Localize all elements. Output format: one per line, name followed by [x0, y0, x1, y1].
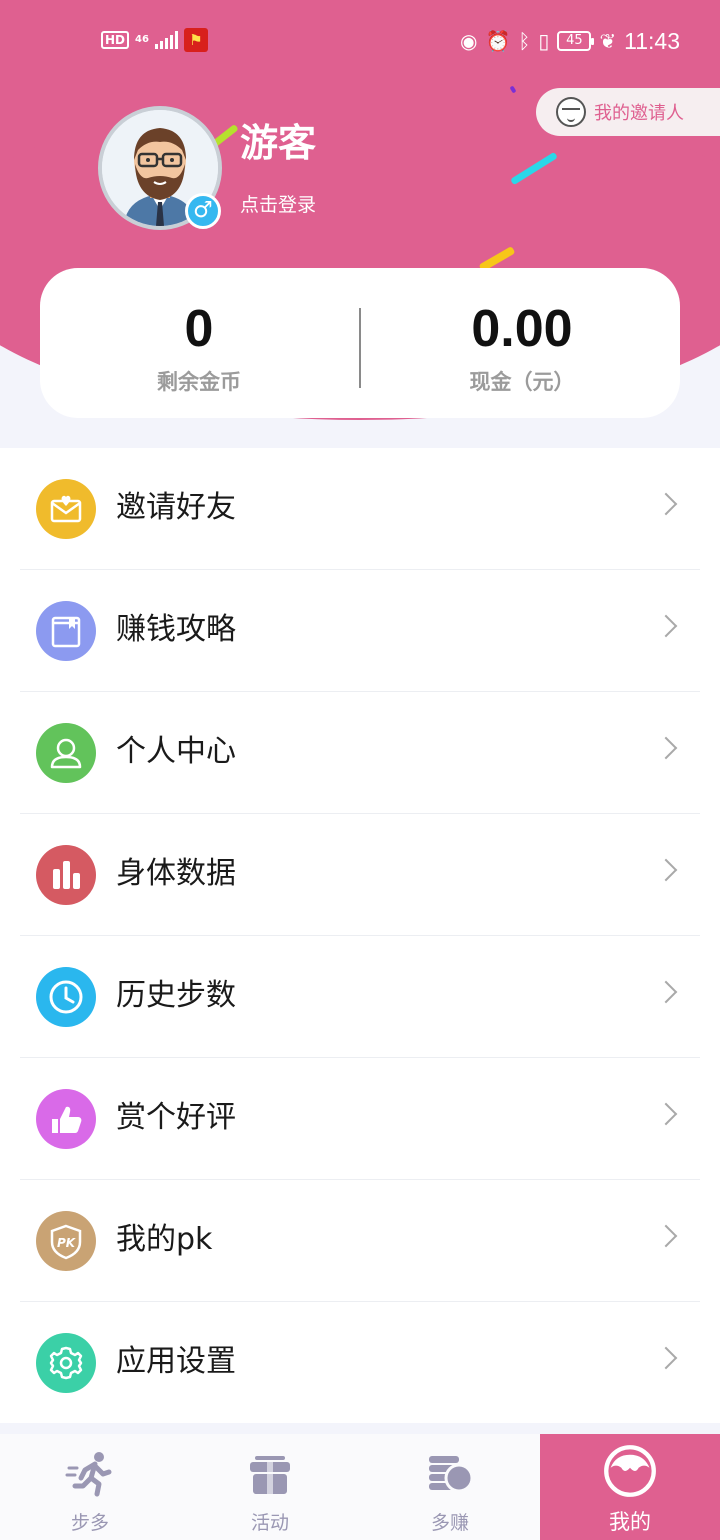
battery-icon: 45 [557, 31, 595, 51]
menu-item-earning-guide[interactable]: 赚钱攻略 [20, 570, 700, 692]
balance-card: 0 剩余金币 0.00 现金（元） [40, 268, 680, 418]
signal-icon [155, 31, 179, 49]
svg-text:PK: PK [57, 1236, 77, 1250]
menu-item-my-pk[interactable]: PK 我的pk [20, 1180, 700, 1302]
chevron-right-icon [654, 492, 678, 516]
tab-mine[interactable]: 我的 [540, 1434, 720, 1540]
coins-value: 0 [184, 300, 214, 358]
username: 游客 [240, 121, 317, 165]
inviter-avatar-icon [556, 97, 586, 127]
status-right: ◉ ⏰ ᛒ ▯ 45 ❦ 11:43 [460, 26, 680, 56]
chevron-right-icon [654, 858, 678, 882]
tab-label: 活动 [250, 1512, 289, 1534]
book-icon [36, 601, 96, 661]
chevron-right-icon [654, 1224, 678, 1248]
balance-divider [359, 308, 361, 388]
menu-item-invite-friends[interactable]: 邀请好友 [20, 448, 700, 570]
menu-item-label: 赏个好评 [116, 1100, 236, 1135]
coins-icon [429, 1456, 474, 1493]
tab-label: 我的 [609, 1510, 651, 1534]
chevron-right-icon [654, 736, 678, 760]
tab-label: 步多 [70, 1512, 109, 1534]
vibrate-icon: ▯ [538, 29, 550, 53]
bluetooth-icon: ᛒ [518, 29, 531, 53]
menu-item-label: 邀请好友 [116, 490, 236, 525]
status-bar: HD 46 ⚑ ◉ ⏰ ᛒ ▯ 45 ❦ 11:43 [0, 22, 720, 62]
thumbs-up-icon [36, 1089, 96, 1149]
power-saving-leaf-icon: ❦ [599, 29, 617, 53]
clock-time: 11:43 [624, 27, 680, 54]
menu-item-body-data[interactable]: 身体数据 [20, 814, 700, 936]
profile-header: HD 46 ⚑ ◉ ⏰ ᛒ ▯ 45 ❦ 11:43 我的邀请人 ♂ 游客 点击… [0, 0, 720, 445]
gear-icon [36, 1333, 96, 1393]
menu-item-label: 个人中心 [116, 734, 236, 769]
menu-item-label: 应用设置 [116, 1344, 236, 1379]
menu-item-label: 身体数据 [116, 856, 236, 891]
tab-earn-more[interactable]: 多赚 [360, 1434, 540, 1540]
person-icon [36, 723, 96, 783]
menu-list: 邀请好友 赚钱攻略 个人中心 身体数据 历史步数 赏个好评 PK 我的pk 应用… [0, 448, 720, 1423]
gift-box-icon [250, 1456, 290, 1494]
login-link[interactable]: 点击登录 [240, 190, 316, 217]
pk-shield-icon: PK [36, 1211, 96, 1271]
menu-item-personal-center[interactable]: 个人中心 [20, 692, 700, 814]
chevron-right-icon [654, 1346, 678, 1370]
cash-balance[interactable]: 0.00 现金（元） [362, 268, 682, 418]
network-generation: 46 [135, 34, 149, 45]
status-left: HD 46 ⚑ [101, 28, 209, 52]
eye-comfort-icon: ◉ [460, 29, 478, 53]
bottom-tab-bar: 步多 活动 多赚 我的 [0, 1434, 720, 1540]
my-inviter-button[interactable]: 我的邀请人 [536, 88, 720, 136]
menu-item-app-settings[interactable]: 应用设置 [20, 1302, 700, 1424]
hd-indicator: HD [101, 31, 130, 49]
menu-item-label: 赚钱攻略 [116, 612, 236, 647]
clock-icon [36, 967, 96, 1027]
chevron-right-icon [654, 980, 678, 1004]
coins-label: 剩余金币 [157, 370, 241, 394]
menu-item-label: 历史步数 [116, 978, 236, 1013]
cash-label: 现金（元） [469, 370, 575, 394]
runner-icon [65, 1452, 112, 1497]
menu-item-step-history[interactable]: 历史步数 [20, 936, 700, 1058]
bar-chart-icon [36, 845, 96, 905]
chevron-right-icon [654, 614, 678, 638]
male-gender-icon: ♂ [185, 193, 221, 229]
invite-envelope-icon [36, 479, 96, 539]
alarm-icon: ⏰ [485, 29, 511, 53]
inviter-label: 我的邀请人 [594, 103, 684, 124]
tab-label: 多赚 [430, 1512, 469, 1534]
coins-balance[interactable]: 0 剩余金币 [40, 268, 358, 418]
profile-face-icon [604, 1445, 656, 1497]
cash-value: 0.00 [471, 300, 573, 358]
running-app-notification-icon: ⚑ [184, 28, 209, 52]
menu-item-rate-app[interactable]: 赏个好评 [20, 1058, 700, 1180]
tab-steps[interactable]: 步多 [0, 1434, 180, 1540]
tab-activity[interactable]: 活动 [180, 1434, 360, 1540]
chevron-right-icon [654, 1102, 678, 1126]
menu-item-label: 我的pk [116, 1222, 213, 1257]
